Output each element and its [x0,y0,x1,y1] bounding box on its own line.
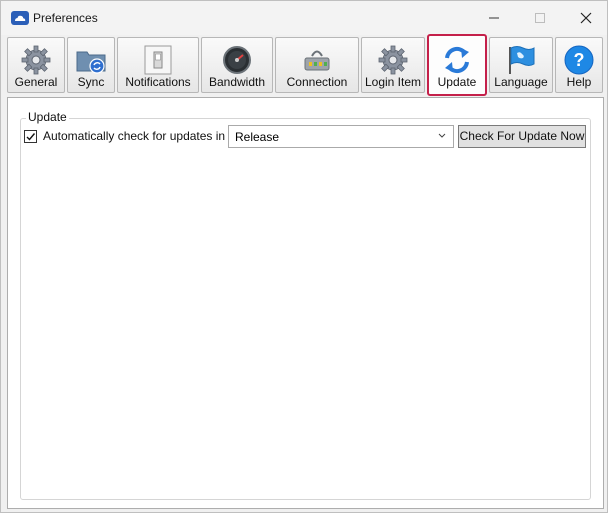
minimize-icon [489,17,499,19]
check-for-update-button[interactable]: Check For Update Now [458,125,586,148]
sync-folder-icon [76,51,106,74]
tab-connection[interactable]: Connection [275,37,359,93]
window-title: Preferences [33,11,98,25]
close-button[interactable] [563,1,609,35]
maximize-button[interactable] [517,1,563,35]
speedometer-icon [223,46,251,74]
preferences-window: Preferences General Sync Notifications B… [0,0,608,513]
tab-label: Connection [286,75,348,89]
tab-label: General [14,75,58,89]
auto-check-checkbox[interactable] [24,130,37,143]
tab-label: Help [566,75,592,89]
flag-icon [509,46,535,74]
tab-general[interactable]: General [7,37,65,93]
cloud-icon [11,11,29,25]
minimize-button[interactable] [471,1,517,35]
tab-update[interactable]: Update [427,34,487,96]
chevron-down-icon [438,133,446,138]
close-icon [580,12,592,24]
svg-text:?: ? [574,50,585,70]
tab-notifications[interactable]: Notifications [117,37,199,93]
maximize-icon [535,13,545,23]
title-bar: Preferences [1,1,607,35]
tab-label: Login Item [364,75,422,89]
network-icon [304,50,330,71]
tab-label: Language [494,75,548,89]
gear-icon [21,45,51,75]
toggle-switch-icon [144,45,172,75]
checkmark-icon [26,133,36,141]
tab-label: Sync [77,75,105,89]
refresh-icon [445,46,469,74]
tab-bandwidth[interactable]: Bandwidth [201,37,273,93]
tab-label: Notifications [125,75,191,89]
group-title: Update [26,110,69,124]
tab-sync[interactable]: Sync [67,37,115,93]
tab-login-item[interactable]: Login Item [361,37,425,93]
preferences-toolbar: General Sync Notifications Bandwidth Con… [5,34,605,97]
update-panel: Update [7,97,604,509]
update-group [20,118,591,500]
tab-label: Bandwidth [208,75,266,89]
tab-label: Update [437,75,477,89]
update-channel-select[interactable]: Release [228,125,454,148]
auto-check-label: Automatically check for updates in [43,129,226,143]
tab-help[interactable]: ? Help [555,37,603,93]
tab-language[interactable]: Language [489,37,553,93]
help-icon: ? [564,45,594,75]
select-value: Release [235,130,280,144]
gear-icon [378,45,408,75]
